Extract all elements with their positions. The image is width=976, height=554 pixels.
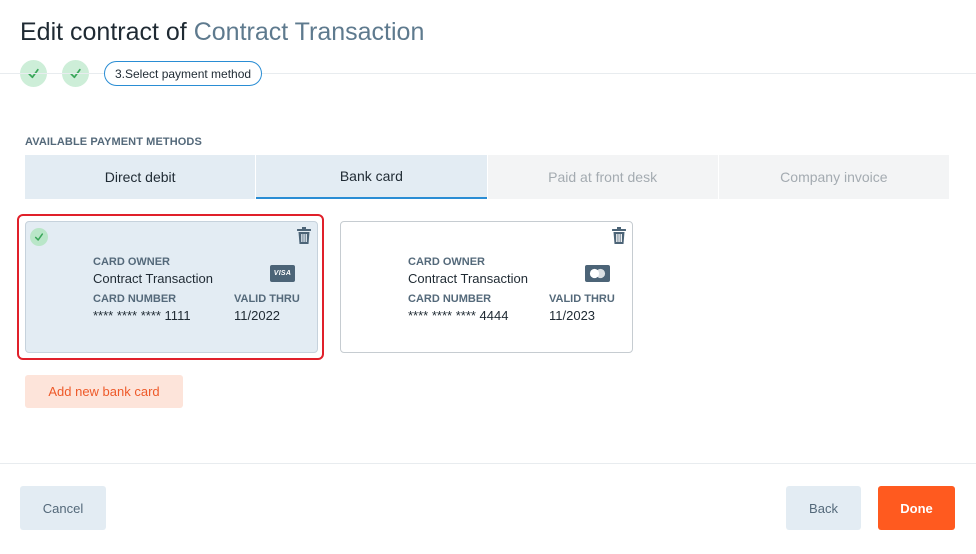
tab-company-invoice: Company invoice [718, 155, 949, 199]
tab-direct-debit[interactable]: Direct debit [25, 155, 256, 199]
card-owner-label: CARD OWNER [93, 256, 170, 268]
payment-methods-label: AVAILABLE PAYMENT METHODS [25, 136, 202, 148]
tab-bank-card[interactable]: Bank card [256, 155, 487, 199]
card-number-label: CARD NUMBER [408, 293, 492, 305]
card-owner-value: Contract Transaction [408, 271, 528, 286]
visa-icon: VISA [270, 265, 295, 282]
trash-icon[interactable] [611, 227, 627, 245]
done-button[interactable]: Done [878, 486, 955, 530]
selected-check-icon [30, 228, 48, 246]
card-owner-value: Contract Transaction [93, 271, 213, 286]
add-bank-card-button[interactable]: Add new bank card [25, 375, 183, 408]
mastercard-icon [585, 265, 610, 282]
footer-divider [0, 463, 976, 464]
card-number-value: **** **** **** 1111 [93, 308, 191, 323]
tab-paid-at-front-desk: Paid at front desk [487, 155, 718, 199]
valid-thru-label: VALID THRU [549, 293, 615, 305]
title-prefix: Edit contract of [20, 18, 194, 46]
visa-logo-text: VISA [273, 270, 292, 277]
back-button[interactable]: Back [786, 486, 861, 530]
cancel-button[interactable]: Cancel [20, 486, 106, 530]
payment-method-tabs: Direct debit Bank card Paid at front des… [25, 155, 949, 199]
valid-thru-value: 11/2022 [234, 308, 281, 323]
card-owner-label: CARD OWNER [408, 256, 485, 268]
step-3-active[interactable]: 3.Select payment method [104, 61, 263, 86]
bank-card-1111[interactable]: CARD OWNER Contract Transaction VISA CAR… [25, 221, 318, 353]
bank-card-4444[interactable]: CARD OWNER Contract Transaction CARD NUM… [340, 221, 633, 353]
page-title: Edit contract of Contract Transaction [20, 18, 424, 47]
valid-thru-label: VALID THRU [234, 293, 300, 305]
card-number-label: CARD NUMBER [93, 293, 177, 305]
valid-thru-value: 11/2023 [549, 308, 596, 323]
trash-icon[interactable] [296, 227, 312, 245]
contract-name: Contract Transaction [193, 18, 425, 46]
card-number-value: **** **** **** 4444 [408, 308, 509, 323]
